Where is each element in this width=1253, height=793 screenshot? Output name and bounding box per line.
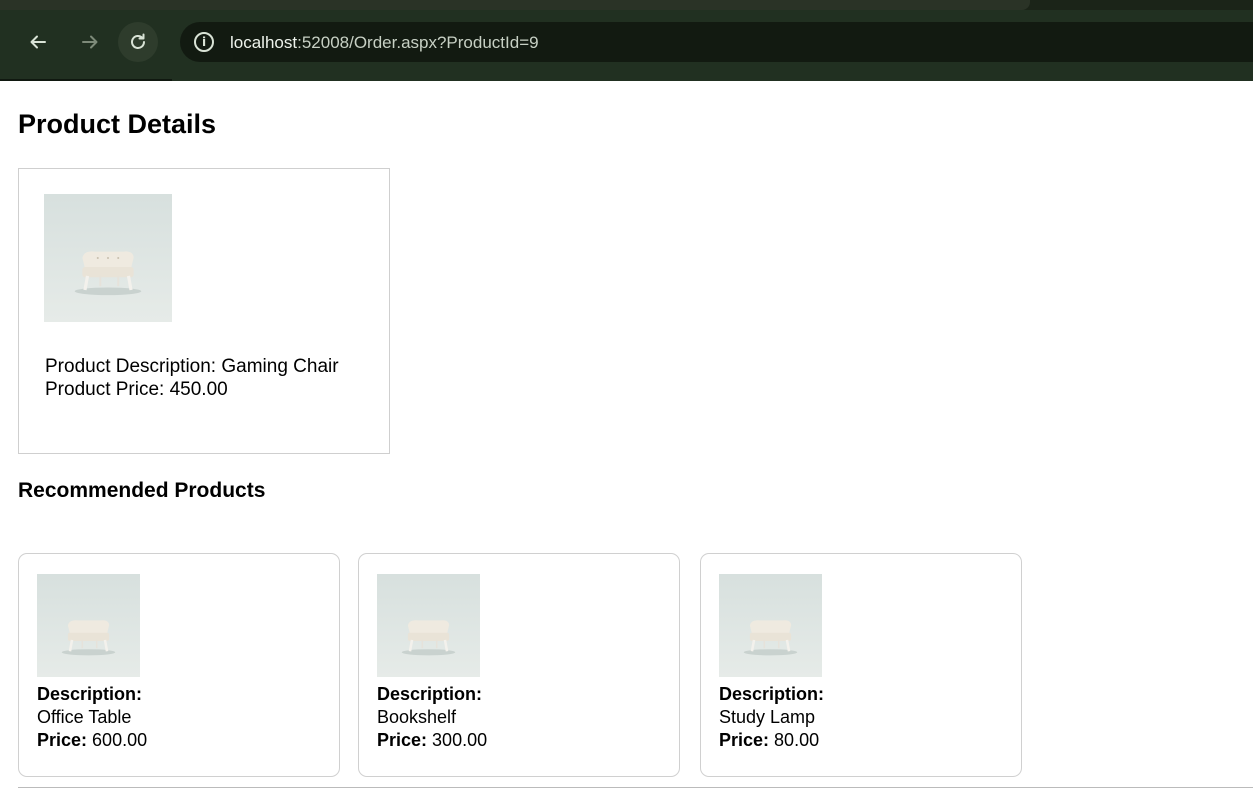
- description-label: Description:: [719, 684, 825, 704]
- page-title: Product Details: [18, 109, 217, 139]
- product-price: Product Price: 450.00: [45, 379, 228, 400]
- product-image: [44, 194, 172, 322]
- recommended-price: 80.00: [774, 730, 820, 750]
- product-description: Product Description: Gaming Chair: [45, 356, 339, 377]
- recommended-image[interactable]: [37, 574, 140, 677]
- recommended-card[interactable]: Description: Office Table Price: 600.00: [18, 553, 340, 777]
- url-text[interactable]: localhost:52008/Order.aspx?ProductId=9: [230, 33, 539, 53]
- recommended-info: Description: Bookshelf Price: 300.00: [377, 683, 487, 752]
- reload-icon: [131, 33, 145, 49]
- recommended-info: Description: Office Table Price: 600.00: [37, 683, 147, 752]
- address-bar[interactable]: i localhost:52008/Order.aspx?ProductId=9: [180, 22, 1253, 62]
- price-label: Price:: [377, 730, 428, 750]
- arrow-right-icon: [82, 35, 98, 49]
- recommended-description: Study Lamp: [719, 707, 816, 727]
- url-host: localhost: [230, 33, 298, 52]
- arrow-left-icon: [30, 35, 46, 49]
- url-path: :52008/Order.aspx?ProductId=9: [297, 33, 539, 52]
- recommended-card[interactable]: Description: Study Lamp Price: 80.00: [700, 553, 1022, 777]
- recommended-description: Office Table: [37, 707, 132, 727]
- description-label: Description:: [37, 684, 143, 704]
- back-button[interactable]: [18, 22, 58, 62]
- page-divider: [18, 787, 1253, 788]
- recommended-card[interactable]: Description: Bookshelf Price: 300.00: [358, 553, 680, 777]
- product-info: Product Description: Gaming Chair Produc…: [45, 355, 339, 401]
- product-detail-card: Product Description: Gaming Chair Produc…: [18, 168, 390, 454]
- browser-active-tab-edge: [0, 0, 1030, 10]
- description-label: Description:: [377, 684, 483, 704]
- recommended-description: Bookshelf: [377, 707, 457, 727]
- price-label: Price:: [37, 730, 88, 750]
- forward-button[interactable]: [70, 22, 110, 62]
- recommended-heading: Recommended Products: [18, 479, 266, 502]
- reload-button[interactable]: [118, 22, 158, 62]
- recommended-image[interactable]: [719, 574, 822, 677]
- info-icon[interactable]: i: [194, 32, 214, 52]
- recommended-price: 300.00: [432, 730, 488, 750]
- recommended-price: 600.00: [92, 730, 148, 750]
- price-label: Price:: [719, 730, 770, 750]
- recommended-info: Description: Study Lamp Price: 80.00: [719, 683, 824, 752]
- recommended-image[interactable]: [377, 574, 480, 677]
- toolbar-underline: [0, 79, 172, 81]
